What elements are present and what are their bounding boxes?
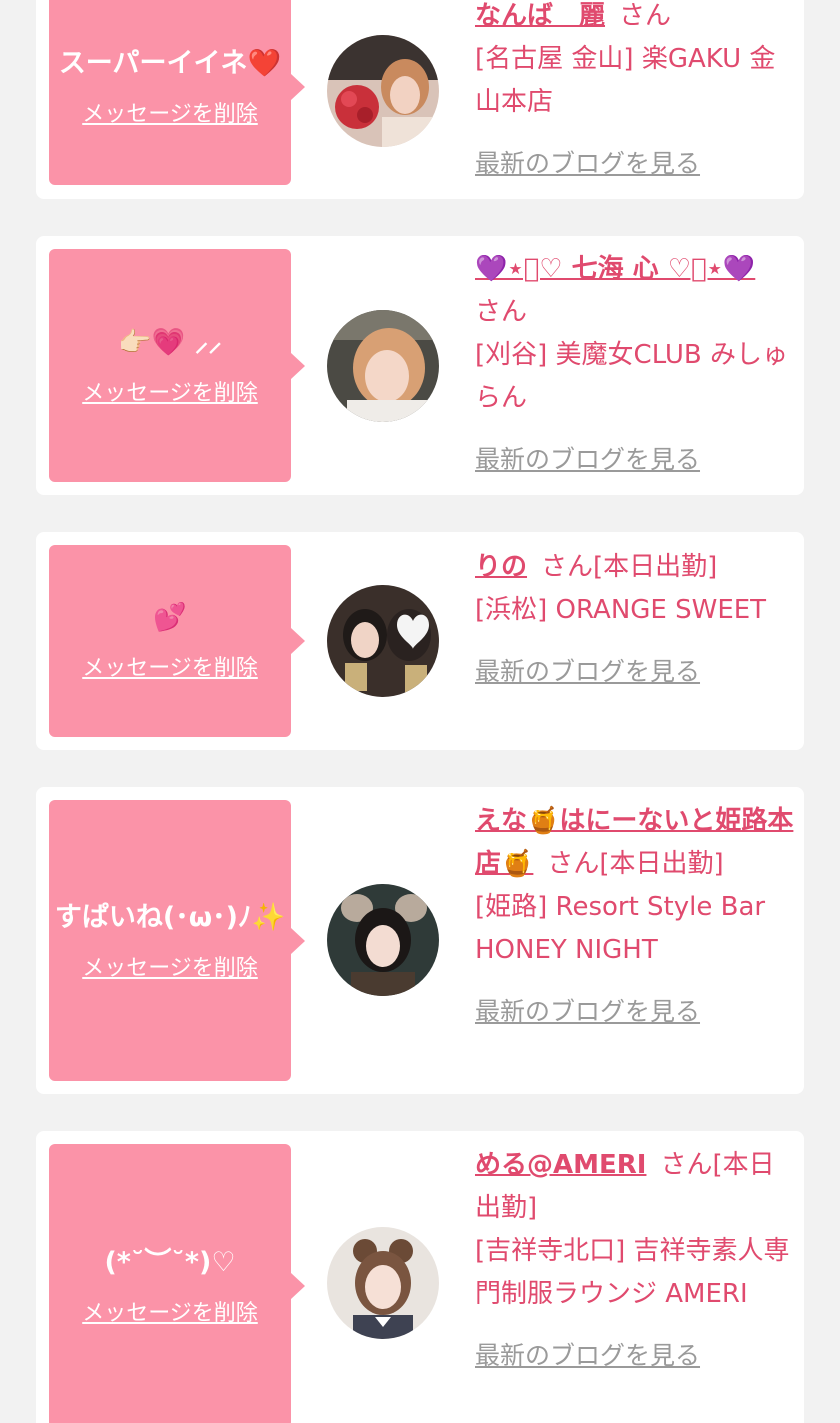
message-text: (*˘︶˘*)♡ bbox=[104, 1247, 236, 1278]
latest-blog-link[interactable]: 最新のブログを見る bbox=[475, 1334, 700, 1377]
sender-name-link[interactable]: りの bbox=[475, 552, 527, 582]
sender-name-line: りの さん[本日出勤] bbox=[475, 546, 795, 589]
shop-name: [浜松] ORANGE SWEET bbox=[475, 595, 767, 625]
shop-name: [刈谷] 美魔女CLUB みしゅらん bbox=[475, 340, 789, 413]
message-bubble: すぱいね(･ω･)ﾉ✨ メッセージを削除 bbox=[49, 800, 305, 1081]
avatar[interactable] bbox=[327, 310, 439, 422]
sender-info: 💜⋆͛♡ 七海 心 ♡⸝⋆💜 さん [刈谷] 美魔女CLUB みしゅらん 最新のブ… bbox=[475, 248, 795, 482]
message-card: すぱいね(･ω･)ﾉ✨ メッセージを削除 えな🍯はにーないと姫路本店🍯 さん[本日… bbox=[36, 787, 804, 1094]
message-bubble: 💕 メッセージを削除 bbox=[49, 545, 305, 737]
avatar[interactable] bbox=[327, 884, 439, 996]
sender-info: なんば 麗さん [名古屋 金山] 楽GAKU 金山本店 最新のブログを見る bbox=[475, 0, 795, 186]
delete-message-link[interactable]: メッセージを削除 bbox=[82, 375, 258, 407]
delete-message-link[interactable]: メッセージを削除 bbox=[82, 96, 258, 128]
attendance-status: [本日出勤] bbox=[593, 552, 718, 582]
message-text: 👉🏻💗 ⸝⸝ bbox=[118, 326, 222, 358]
message-text: 💕 bbox=[153, 602, 187, 633]
delete-message-link[interactable]: メッセージを削除 bbox=[82, 950, 258, 982]
sender-name-line: なんば 麗さん bbox=[475, 0, 795, 38]
shop-name: [吉祥寺北口] 吉祥寺素人専門制服ラウンジ AMERI bbox=[475, 1236, 790, 1309]
honorific: さん bbox=[660, 1150, 713, 1180]
message-bubble: 👉🏻💗 ⸝⸝ メッセージを削除 bbox=[49, 249, 305, 482]
message-text: すぱいね(･ω･)ﾉ✨ bbox=[54, 901, 286, 933]
delete-message-link[interactable]: メッセージを削除 bbox=[82, 650, 258, 682]
message-list: スーパーイイネ❤️ メッセージを削除 なんば 麗さん [名古屋 金山] 楽GAK… bbox=[0, 0, 840, 1423]
message-card: (*˘︶˘*)♡ メッセージを削除 める@AMERI さん[本日出勤] [吉祥寺北… bbox=[36, 1131, 804, 1423]
message-card: 💕 メッセージを削除 りの さん[本日出勤] [浜松] ORANGE SWEET … bbox=[36, 532, 804, 750]
delete-message-link[interactable]: メッセージを削除 bbox=[82, 1295, 258, 1327]
sender-name-line: えな🍯はにーないと姫路本店🍯 さん[本日出勤] bbox=[475, 800, 795, 886]
sender-name-line: める@AMERI さん[本日出勤] bbox=[475, 1144, 795, 1230]
avatar[interactable] bbox=[327, 585, 439, 697]
sender-name-link[interactable]: 💜⋆͛♡ 七海 心 ♡⸝⋆💜 bbox=[475, 254, 755, 284]
message-card: 👉🏻💗 ⸝⸝ メッセージを削除 💜⋆͛♡ 七海 心 ♡⸝⋆💜 さん [刈谷] 美魔… bbox=[36, 236, 804, 495]
shop-name: [名古屋 金山] 楽GAKU 金山本店 bbox=[475, 44, 776, 117]
sender-info: りの さん[本日出勤] [浜松] ORANGE SWEET 最新のブログを見る bbox=[475, 546, 795, 694]
latest-blog-link[interactable]: 最新のブログを見る bbox=[475, 438, 700, 481]
avatar[interactable] bbox=[327, 35, 439, 147]
honorific: さん bbox=[475, 297, 528, 327]
message-bubble: (*˘︶˘*)♡ メッセージを削除 bbox=[49, 1144, 305, 1423]
sender-name-link[interactable]: める@AMERI bbox=[475, 1150, 646, 1180]
message-bubble: スーパーイイネ❤️ メッセージを削除 bbox=[49, 0, 305, 185]
attendance-status: [本日出勤] bbox=[599, 849, 724, 879]
latest-blog-link[interactable]: 最新のブログを見る bbox=[475, 142, 700, 185]
message-text: スーパーイイネ❤️ bbox=[58, 47, 282, 79]
message-card: スーパーイイネ❤️ メッセージを削除 なんば 麗さん [名古屋 金山] 楽GAK… bbox=[36, 0, 804, 199]
latest-blog-link[interactable]: 最新のブログを見る bbox=[475, 650, 700, 693]
avatar[interactable] bbox=[327, 1227, 439, 1339]
honorific: さん bbox=[541, 552, 594, 582]
latest-blog-link[interactable]: 最新のブログを見る bbox=[475, 990, 700, 1033]
honorific: さん bbox=[619, 1, 672, 31]
honorific: さん bbox=[547, 849, 600, 879]
sender-info: める@AMERI さん[本日出勤] [吉祥寺北口] 吉祥寺素人専門制服ラウンジ A… bbox=[475, 1144, 795, 1378]
sender-info: えな🍯はにーないと姫路本店🍯 さん[本日出勤] [姫路] Resort Style… bbox=[475, 800, 795, 1034]
sender-name-link[interactable]: なんば 麗 bbox=[475, 1, 605, 31]
sender-name-line: 💜⋆͛♡ 七海 心 ♡⸝⋆💜 さん bbox=[475, 248, 795, 334]
shop-name: [姫路] Resort Style Bar HONEY NIGHT bbox=[475, 892, 766, 965]
